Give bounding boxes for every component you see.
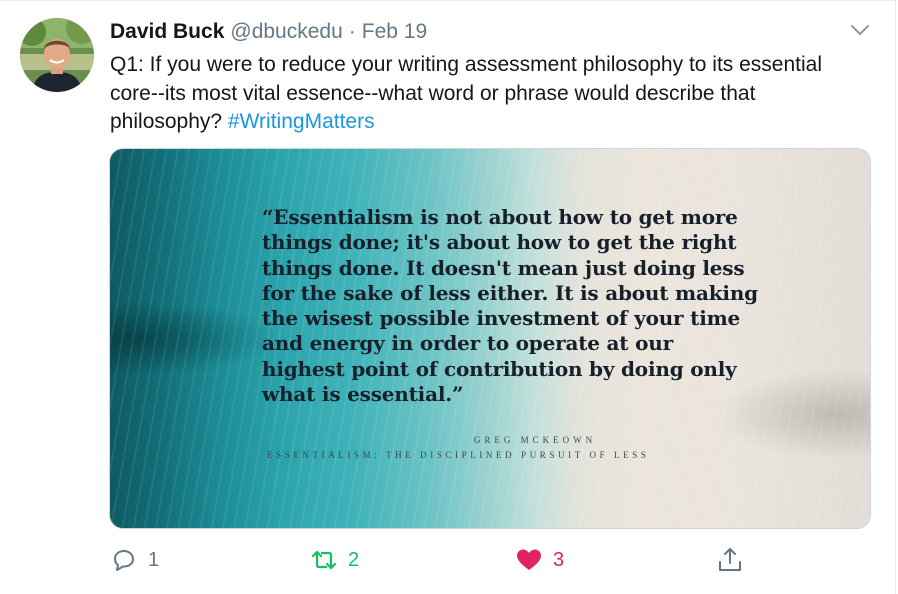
tweet-body: Q1: If you were to reduce your writing a… — [110, 53, 823, 133]
quote-author: GREG MCKEOWN — [473, 435, 597, 445]
retweet-icon — [310, 546, 338, 574]
tweet-image[interactable]: “Essentialism is not about how to get mo… — [109, 148, 871, 529]
reply-button[interactable]: 1 — [110, 544, 159, 576]
tweet-header: David Buck @dbuckedu · Feb 19 — [110, 20, 427, 46]
share-icon — [716, 546, 744, 574]
retweet-count: 2 — [348, 548, 360, 571]
avatar[interactable] — [20, 18, 94, 92]
quote-text: “Essentialism is not about how to get mo… — [262, 205, 758, 407]
retweet-button[interactable]: 2 — [310, 544, 359, 576]
tweet-date[interactable]: Feb 19 — [362, 20, 427, 44]
chevron-down-icon[interactable] — [848, 20, 872, 40]
reply-icon — [110, 546, 138, 574]
author-name[interactable]: David Buck — [110, 20, 224, 44]
separator-dot: · — [348, 20, 356, 43]
like-button[interactable]: 3 — [515, 544, 564, 576]
quote-book: ESSENTIALISM: THE DISCIPLINED PURSUIT OF… — [267, 450, 650, 460]
heart-icon — [515, 546, 543, 574]
divider — [0, 0, 896, 1]
tweet-text: Q1: If you were to reduce your writing a… — [110, 51, 870, 137]
author-handle[interactable]: @dbuckedu — [230, 20, 342, 44]
tweet-card[interactable]: David Buck @dbuckedu · Feb 19 Q1: If you… — [0, 0, 896, 594]
tweet-actions: 1 2 3 — [110, 544, 760, 576]
reply-count: 1 — [148, 548, 160, 571]
share-button[interactable] — [716, 544, 744, 576]
hashtag-link[interactable]: #WritingMatters — [228, 110, 375, 133]
like-count: 3 — [553, 548, 565, 571]
